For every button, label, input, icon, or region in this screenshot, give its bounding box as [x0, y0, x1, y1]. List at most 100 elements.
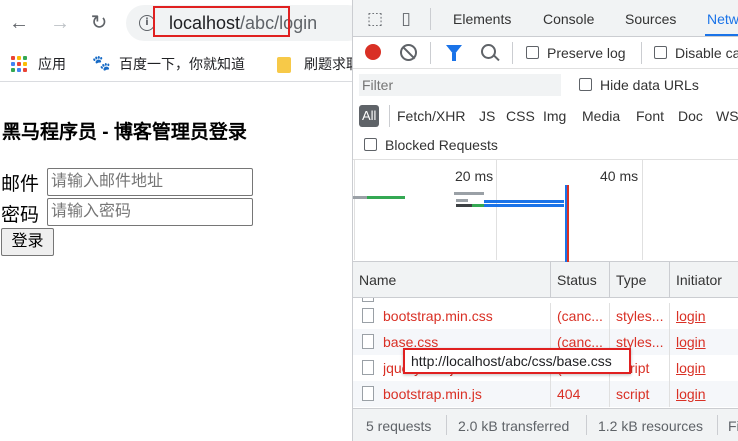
timeline-gridline	[642, 160, 643, 260]
bookmark-folder[interactable]: 刷题求职	[304, 54, 352, 74]
tab-elements[interactable]: Elements	[453, 10, 511, 28]
request-bar	[353, 196, 367, 199]
filter-row: Filter Hide data URLs	[353, 69, 738, 101]
type-filter-media[interactable]: Media	[582, 106, 620, 126]
divider	[512, 42, 513, 64]
apps-grid-icon[interactable]	[11, 56, 27, 72]
requests-table-header: Name Status Type Initiator	[353, 262, 738, 298]
request-bar	[454, 192, 484, 195]
file-icon	[362, 360, 374, 375]
devtools-panel: ⬚ ▯ Elements Console Sources Network Pre…	[352, 0, 738, 441]
table-row[interactable]: bootstrap.min.js 404 script login	[353, 381, 738, 407]
back-arrow-icon[interactable]: ←	[7, 11, 31, 35]
request-bar	[472, 204, 484, 207]
type-filter-all[interactable]: All	[359, 105, 380, 127]
inspect-element-icon[interactable]: ⬚	[365, 9, 385, 29]
divider	[430, 42, 431, 64]
search-icon[interactable]	[481, 44, 496, 59]
column-divider	[609, 262, 610, 298]
filter-input[interactable]: Filter	[359, 74, 561, 96]
password-label: 密码	[1, 205, 40, 226]
finish-time: Finish	[728, 418, 738, 434]
request-name[interactable]: bootstrap.min.js	[383, 385, 543, 403]
active-tab-indicator	[705, 34, 738, 36]
password-field[interactable]	[47, 198, 253, 226]
column-divider	[550, 303, 551, 329]
request-initiator-link[interactable]: login	[676, 385, 706, 403]
resources-size: 1.2 kB resources	[598, 418, 704, 434]
column-initiator[interactable]: Initiator	[676, 271, 722, 289]
divider	[389, 105, 390, 127]
load-event-line	[567, 185, 569, 262]
request-bar	[456, 199, 468, 202]
url-highlight-box	[153, 6, 290, 37]
timeline-label-20ms: 20 ms	[455, 168, 494, 184]
type-filter-font[interactable]: Font	[636, 106, 664, 126]
column-divider	[609, 381, 610, 407]
page-content: 黑马程序员 - 博客管理员登录 邮件 密码 登录	[0, 82, 352, 441]
request-count: 5 requests	[366, 418, 432, 434]
tab-network[interactable]: Network	[707, 10, 738, 28]
disable-cache-checkbox[interactable]	[654, 46, 667, 59]
request-bar	[484, 200, 564, 203]
column-type[interactable]: Type	[616, 271, 646, 289]
request-initiator-link[interactable]: login	[676, 333, 706, 351]
browser-toolbar: ← → ↻ i localhost/abc/login	[0, 0, 366, 46]
blocked-requests-label: Blocked Requests	[385, 137, 498, 153]
table-row[interactable]: bootstrap.min.css (canc... styles... log…	[353, 303, 738, 329]
type-filter-ws[interactable]: WS	[716, 106, 738, 126]
request-status: (canc...	[557, 308, 603, 324]
divider	[446, 415, 447, 435]
type-filter-doc[interactable]: Doc	[678, 106, 703, 126]
blocked-requests-checkbox[interactable]	[364, 138, 377, 151]
tab-sources[interactable]: Sources	[625, 10, 676, 28]
network-toolbar: Preserve log Disable cache	[353, 37, 738, 69]
clear-icon[interactable]	[400, 44, 417, 61]
baidu-paw-icon: 🐾	[92, 55, 111, 72]
bookmark-apps[interactable]: 应用	[38, 54, 66, 74]
type-filter-img[interactable]: Img	[543, 106, 566, 126]
column-divider	[669, 329, 670, 355]
tab-console[interactable]: Console	[543, 10, 594, 28]
column-name[interactable]: Name	[359, 271, 396, 289]
request-initiator-link[interactable]: login	[676, 359, 706, 377]
request-status: 404	[557, 386, 581, 402]
resource-type-filters: All Fetch/XHR JS CSS Img Media Font Doc …	[353, 101, 738, 131]
email-field[interactable]	[47, 168, 253, 196]
type-filter-css[interactable]: CSS	[506, 106, 535, 126]
column-status[interactable]: Status	[557, 271, 597, 289]
filter-icon[interactable]	[446, 45, 462, 61]
column-divider	[609, 303, 610, 329]
column-divider	[550, 381, 551, 407]
bookmarks-bar: 应用 🐾 百度一下，你就知道 刷题求职	[0, 46, 352, 82]
preserve-log-checkbox[interactable]	[526, 46, 539, 59]
request-bar	[484, 204, 564, 207]
forward-arrow-icon[interactable]: →	[48, 11, 72, 35]
type-filter-fetch-xhr[interactable]: Fetch/XHR	[397, 106, 465, 126]
network-overview-timeline[interactable]: 20 ms 40 ms	[353, 160, 738, 262]
request-type: script	[616, 386, 650, 402]
column-divider	[669, 355, 670, 381]
bookmark-baidu[interactable]: 百度一下，你就知道	[119, 54, 245, 74]
file-icon	[362, 308, 374, 323]
column-divider	[669, 381, 670, 407]
file-icon	[362, 298, 374, 302]
file-icon	[362, 386, 374, 401]
page-title: 黑马程序员 - 博客管理员登录	[2, 122, 247, 143]
request-bar	[367, 196, 405, 199]
request-name[interactable]: bootstrap.min.css	[383, 307, 543, 325]
hide-data-urls-checkbox[interactable]	[579, 78, 592, 91]
device-toolbar-icon[interactable]: ▯	[396, 9, 416, 29]
divider	[430, 8, 431, 30]
disable-cache-label: Disable cache	[675, 45, 738, 61]
record-icon[interactable]	[365, 44, 381, 60]
request-initiator-link[interactable]: login	[676, 307, 706, 325]
login-button[interactable]: 登录	[1, 228, 54, 256]
preserve-log-label: Preserve log	[547, 45, 626, 61]
reload-icon[interactable]: ↻	[87, 11, 111, 35]
type-filter-js[interactable]: JS	[479, 106, 495, 126]
email-label: 邮件	[1, 174, 40, 195]
devtools-tab-bar: ⬚ ▯ Elements Console Sources Network	[353, 0, 738, 37]
timeline-label-40ms: 40 ms	[600, 168, 639, 184]
request-bar	[456, 204, 472, 207]
